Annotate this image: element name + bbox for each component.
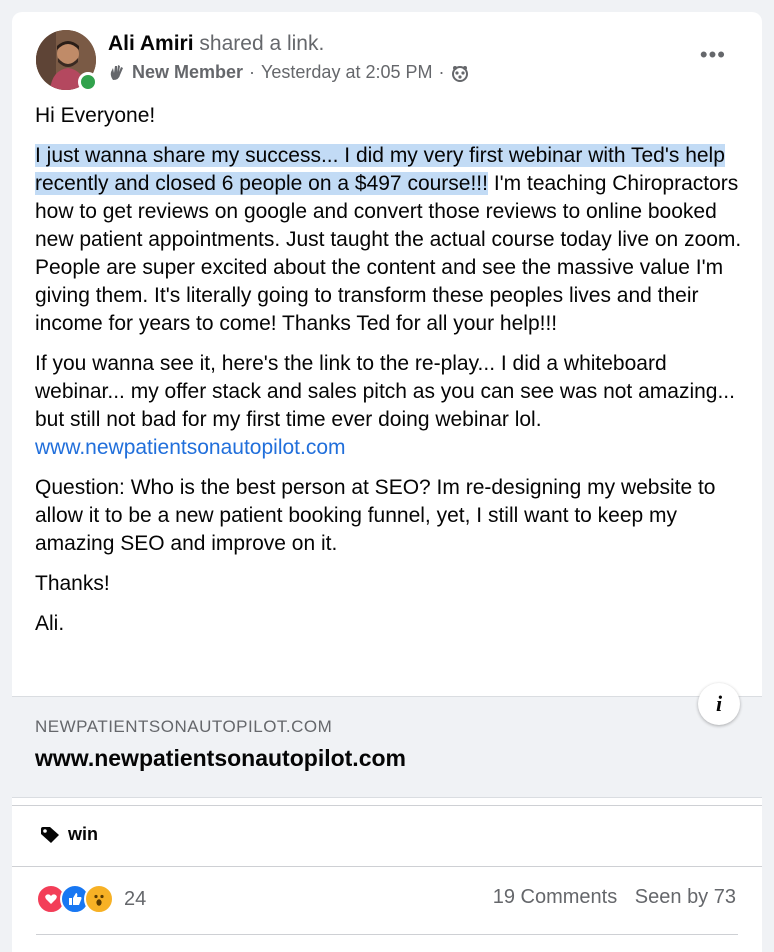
meta-separator: · xyxy=(438,62,445,82)
topic-label: win xyxy=(68,824,98,844)
author-name[interactable]: Ali Amiri xyxy=(108,32,194,55)
info-icon[interactable]: i xyxy=(698,683,740,725)
reaction-count: 24 xyxy=(124,887,147,910)
post-card: Ali Amiri shared a link. New Member · Ye… xyxy=(12,12,762,952)
post-body: Hi Everyone! I just wanna share my succe… xyxy=(35,102,747,650)
more-options-icon[interactable]: ••• xyxy=(700,42,726,68)
member-badge[interactable]: New Member xyxy=(132,62,243,83)
online-status-dot xyxy=(78,72,98,92)
body-paragraph-2-text: If you wanna see it, here's the link to … xyxy=(35,352,735,431)
post-stats: 19 Comments Seen by 73 xyxy=(481,886,736,909)
comments-count[interactable]: 19 Comments xyxy=(493,886,618,908)
preview-domain: NEWPATIENTSONAUTOPILOT.COM xyxy=(35,717,333,736)
topics-bar: win xyxy=(12,805,762,867)
divider xyxy=(36,934,738,935)
new-member-wave-icon xyxy=(110,64,123,80)
topic-tag-win[interactable]: win xyxy=(40,824,98,845)
greeting-text: Hi Everyone! xyxy=(35,104,156,127)
body-paragraph-1: I just wanna share my success... I did m… xyxy=(35,142,747,338)
post-header: Ali Amiri shared a link. xyxy=(108,32,324,56)
tag-icon xyxy=(41,826,59,843)
post-footer: 24 19 Comments Seen by 73 xyxy=(12,880,762,920)
wow-reaction-icon xyxy=(84,884,114,914)
post-action: shared a link. xyxy=(199,32,325,55)
reactions-summary[interactable]: 24 xyxy=(36,884,146,914)
signoff-text: Ali. xyxy=(35,612,65,635)
seen-by-count[interactable]: Seen by 73 xyxy=(635,886,736,908)
post-meta: New Member · Yesterday at 2:05 PM · xyxy=(108,62,469,83)
body-paragraph-2: If you wanna see it, here's the link to … xyxy=(35,350,747,462)
thanks-text: Thanks! xyxy=(35,572,110,595)
post-timestamp[interactable]: Yesterday at 2:05 PM xyxy=(261,62,432,83)
body-paragraph-1-rest: I'm teaching Chiropractors how to get re… xyxy=(35,172,742,335)
link-preview[interactable]: i NEWPATIENTSONAUTOPILOT.COM www.newpati… xyxy=(12,683,762,798)
body-paragraph-3: Question: Who is the best person at SEO?… xyxy=(35,476,716,555)
preview-title[interactable]: www.newpatientsonautopilot.com xyxy=(35,745,406,772)
inline-link[interactable]: www.newpatientsonautopilot.com xyxy=(35,436,346,459)
group-audience-icon xyxy=(451,65,468,82)
meta-separator: · xyxy=(249,62,256,82)
